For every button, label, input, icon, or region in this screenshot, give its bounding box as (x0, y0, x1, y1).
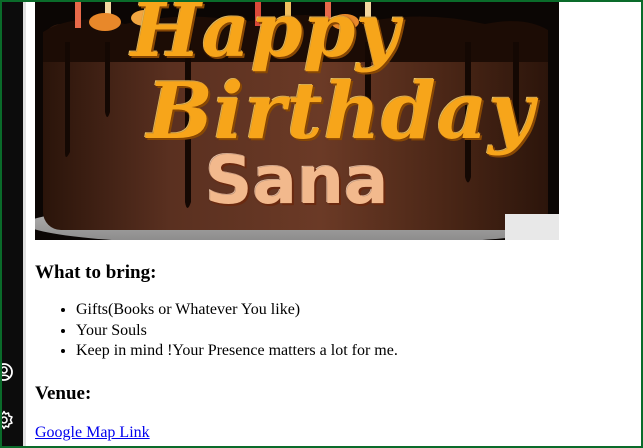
birthday-cake-image: Happy Birthday Sana (35, 2, 559, 240)
google-map-link[interactable]: Google Map Link (35, 424, 150, 442)
venue-heading: Venue: (35, 383, 92, 404)
sidebar-rail (2, 2, 26, 446)
bring-list: Gifts(Books or Whatever You like) Your S… (35, 300, 398, 362)
page-frame: Happy Birthday Sana What to bring: Gifts… (0, 0, 643, 448)
birthday-name: Sana (205, 142, 389, 219)
what-to-bring-heading: What to bring: (35, 262, 157, 283)
invitation-content: Happy Birthday Sana What to bring: Gifts… (35, 2, 635, 441)
list-item: Gifts(Books or Whatever You like) (76, 300, 398, 321)
list-item: Your Souls (76, 321, 398, 342)
account-icon[interactable] (2, 362, 14, 382)
list-item: Keep in mind !Your Presence matters a lo… (76, 341, 398, 362)
settings-gear-icon[interactable] (2, 410, 14, 430)
cake-greeting: Happy Birthday Sana (35, 2, 559, 240)
greeting-happy: Happy (131, 2, 401, 74)
